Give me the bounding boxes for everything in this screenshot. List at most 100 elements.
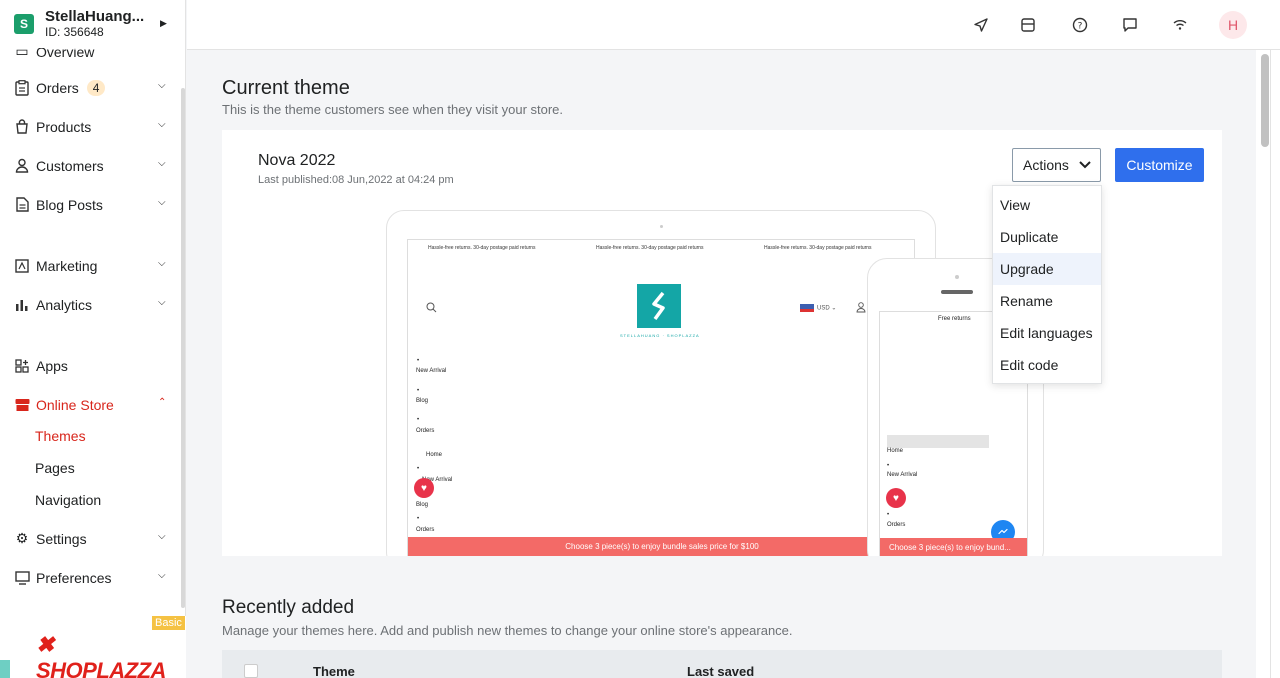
menu-item-duplicate[interactable]: Duplicate bbox=[993, 221, 1101, 253]
sidebar-item-settings[interactable]: ⚙ Settings ⌵ bbox=[0, 519, 182, 558]
chevron-down-icon: ⌵ bbox=[158, 570, 166, 581]
sidebar-subitem-pages[interactable]: Pages bbox=[35, 452, 75, 484]
apps-icon bbox=[14, 358, 30, 374]
theme-published: Last published:08 Jun,2022 at 04:24 pm bbox=[258, 174, 454, 186]
sidebar-item-label: Products bbox=[36, 118, 92, 135]
sidebar-item-apps[interactable]: Apps bbox=[0, 346, 182, 385]
heart-badge-icon: ♥ bbox=[886, 488, 906, 508]
recently-added-description: Manage your themes here. Add and publish… bbox=[222, 623, 793, 638]
chevron-down-icon: ⌵ bbox=[158, 158, 166, 169]
menu-link: Home bbox=[887, 448, 904, 454]
theme-name: Nova 2022 bbox=[258, 152, 336, 169]
store-logo: S bbox=[14, 14, 34, 34]
bar-chart-icon bbox=[14, 297, 30, 313]
column-header-theme: Theme bbox=[313, 664, 355, 678]
phone-speaker bbox=[941, 290, 973, 294]
menu-link: Blog bbox=[416, 502, 429, 508]
heart-badge-icon: ♥ bbox=[414, 478, 434, 498]
top-bar: ? H bbox=[187, 0, 1280, 50]
announcement-text: Free returns bbox=[938, 316, 971, 322]
help-tab[interactable] bbox=[0, 660, 10, 678]
sidebar-subitem-navigation[interactable]: Navigation bbox=[35, 484, 101, 516]
sidebar-item-online-store[interactable]: Online Store ⌃ bbox=[0, 385, 182, 424]
person-icon bbox=[14, 158, 30, 174]
chevron-down-icon: ⌵ bbox=[158, 197, 166, 208]
help-icon[interactable]: ? bbox=[1069, 14, 1091, 36]
marketing-icon bbox=[14, 258, 30, 274]
sidebar-nav[interactable]: ▭ Overview Orders 4 ⌵ Products ⌵ Custome… bbox=[0, 48, 182, 608]
bullet: • bbox=[417, 358, 420, 364]
announcement-text: Hassle-free returns. 30-day postage paid… bbox=[764, 245, 872, 251]
store-switcher[interactable]: S StellaHuang... ID: 356648 ▶ bbox=[0, 0, 185, 48]
bullet: • bbox=[417, 466, 420, 472]
sidebar-subitem-themes[interactable]: Themes bbox=[35, 420, 86, 452]
shoplazza-logo-text: SHOPLAZZA bbox=[36, 658, 166, 678]
storefront-icon[interactable] bbox=[1017, 14, 1039, 36]
bullet: • bbox=[887, 512, 890, 518]
wifi-icon[interactable] bbox=[1169, 14, 1191, 36]
sidebar-item-label: Settings bbox=[36, 530, 87, 547]
main-scrollbar[interactable] bbox=[1256, 50, 1280, 678]
chevron-down-icon bbox=[1079, 158, 1091, 172]
bullet: • bbox=[417, 388, 420, 394]
logo-caption: STELLAHUANG · SHOPLAZZA bbox=[620, 333, 700, 338]
chevron-up-icon: ⌃ bbox=[158, 397, 167, 408]
menu-item-view[interactable]: View bbox=[993, 189, 1101, 221]
document-icon bbox=[14, 197, 30, 213]
plan-badge: Basic bbox=[152, 616, 185, 630]
currency-label: USD bbox=[817, 305, 830, 312]
chevron-down-icon: ⌵ bbox=[158, 258, 166, 269]
sidebar-item-preferences[interactable]: Preferences ⌵ bbox=[0, 558, 182, 597]
sidebar-item-customers[interactable]: Customers ⌵ bbox=[0, 146, 182, 185]
sidebar-item-products[interactable]: Products ⌵ bbox=[0, 107, 182, 146]
current-theme-description: This is the theme customers see when the… bbox=[222, 102, 564, 117]
chevron-down-icon: ⌵ bbox=[158, 297, 166, 308]
sidebar-item-marketing[interactable]: Marketing ⌵ bbox=[0, 246, 182, 285]
menu-link: Orders bbox=[416, 527, 435, 533]
sidebar-item-label: Marketing bbox=[36, 257, 98, 274]
phone-camera bbox=[955, 275, 959, 279]
chat-icon[interactable] bbox=[1119, 14, 1141, 36]
sidebar-item-label: Apps bbox=[36, 357, 68, 374]
chevron-down-icon: ⌵ bbox=[158, 80, 166, 91]
chevron-down-icon: ⌵ bbox=[158, 531, 166, 542]
tablet-preview: Hassle-free returns. 30-day postage paid… bbox=[386, 210, 936, 556]
sidebar-scrollbar[interactable] bbox=[181, 88, 185, 608]
select-all-checkbox[interactable] bbox=[244, 664, 258, 678]
gear-icon: ⚙ bbox=[15, 530, 29, 546]
sidebar-item-analytics[interactable]: Analytics ⌵ bbox=[0, 285, 182, 324]
svg-text:?: ? bbox=[1078, 22, 1083, 32]
avatar[interactable]: H bbox=[1219, 11, 1247, 39]
scrollbar-thumb[interactable] bbox=[1261, 54, 1269, 147]
send-icon[interactable] bbox=[970, 14, 992, 36]
person-icon bbox=[856, 302, 866, 316]
actions-button[interactable]: Actions bbox=[1012, 148, 1101, 182]
monitor-icon bbox=[14, 570, 30, 586]
search-bar-placeholder bbox=[887, 435, 989, 448]
menu-item-edit-code[interactable]: Edit code bbox=[993, 349, 1101, 381]
menu-link: Orders bbox=[887, 522, 906, 528]
store-id: ID: 356648 bbox=[45, 25, 104, 39]
sidebar-item-label: Analytics bbox=[36, 296, 93, 313]
menu-item-rename[interactable]: Rename bbox=[993, 285, 1101, 317]
sidebar-item-label: Customers bbox=[36, 157, 104, 174]
menu-link: Home bbox=[426, 452, 443, 458]
sidebar-item-orders[interactable]: Orders 4 ⌵ bbox=[0, 68, 182, 107]
menu-item-edit-languages[interactable]: Edit languages bbox=[993, 317, 1101, 349]
scrollbar-divider bbox=[1270, 50, 1271, 678]
orders-count-badge: 4 bbox=[86, 79, 106, 96]
caret-right-icon: ▶ bbox=[160, 18, 167, 28]
bundle-banner: Choose 3 piece(s) to enjoy bund... bbox=[880, 538, 1027, 556]
sidebar-item-label: Online Store bbox=[36, 396, 114, 413]
store-name: StellaHuang... bbox=[45, 8, 145, 25]
store-logo-preview bbox=[637, 284, 681, 328]
menu-item-upgrade[interactable]: Upgrade bbox=[993, 253, 1101, 285]
customize-button[interactable]: Customize bbox=[1115, 148, 1204, 182]
shoplazza-logo: ✖ SHOPLAZZA bbox=[36, 632, 185, 678]
actions-menu: View Duplicate Upgrade Rename Edit langu… bbox=[992, 185, 1102, 384]
bag-icon bbox=[14, 119, 30, 135]
home-icon: ▭ bbox=[15, 48, 29, 59]
sidebar-item-blog-posts[interactable]: Blog Posts ⌵ bbox=[0, 185, 182, 224]
tablet-screen: Hassle-free returns. 30-day postage paid… bbox=[407, 239, 915, 556]
themes-table-header: Theme Last saved bbox=[222, 650, 1222, 678]
